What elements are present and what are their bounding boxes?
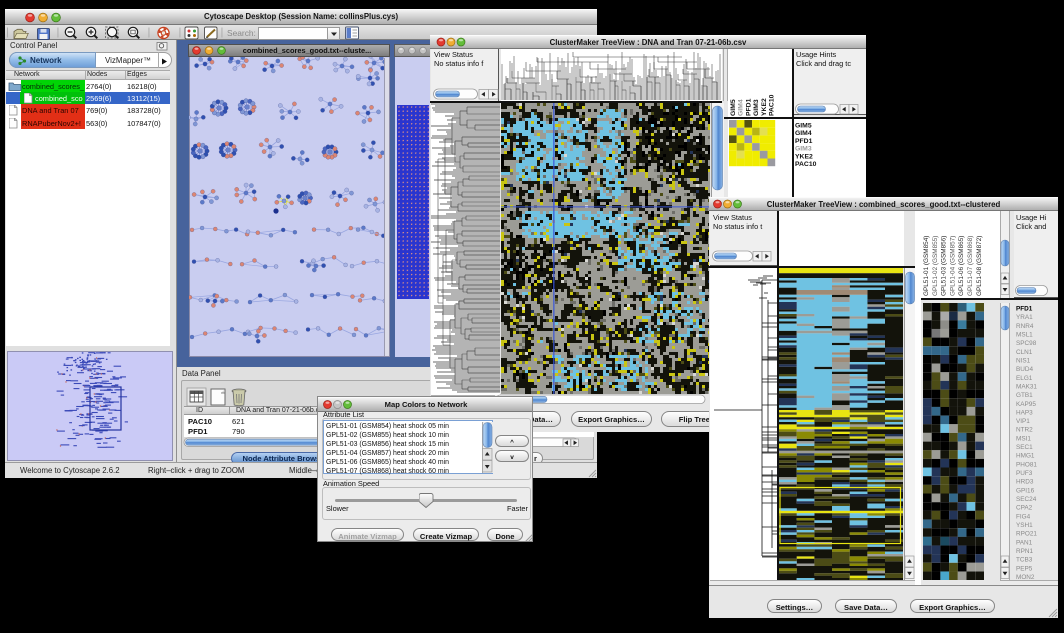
svg-text:GIM5: GIM5 [730, 99, 737, 116]
svg-text:NTR2: NTR2 [1016, 427, 1033, 434]
svg-text:YSH1: YSH1 [1016, 522, 1033, 529]
svg-text:GPL51-02 (GSM855): GPL51-02 (GSM855) [932, 236, 939, 296]
svg-text:GPL51-07 (GSM868): GPL51-07 (GSM868) [967, 236, 974, 296]
svg-text:RPN1: RPN1 [1016, 548, 1033, 555]
svg-text:GPL51-01 (GSM854): GPL51-01 (GSM854) [923, 236, 930, 296]
svg-text:GPL51-03 (GSM856): GPL51-03 (GSM856) [941, 236, 948, 296]
svg-text:RNR4: RNR4 [1016, 323, 1034, 330]
svg-text:YKE2: YKE2 [795, 153, 813, 160]
svg-text:HRD3: HRD3 [1016, 479, 1034, 486]
svg-text:CLN1: CLN1 [1016, 349, 1033, 356]
svg-text:MSL1: MSL1 [1016, 332, 1033, 339]
svg-text:GIM5: GIM5 [795, 123, 812, 130]
svg-text:BUD4: BUD4 [1016, 366, 1033, 373]
svg-text:ELG1: ELG1 [1016, 375, 1033, 382]
svg-text:KAP95: KAP95 [1016, 401, 1036, 408]
svg-text:GIM3: GIM3 [753, 99, 760, 116]
svg-text:SEC24: SEC24 [1016, 496, 1037, 503]
svg-text:GPL51-06 (GSM865): GPL51-06 (GSM865) [958, 236, 965, 296]
svg-text:PFD1: PFD1 [795, 138, 813, 145]
svg-text:GPL51-04 (GSM857): GPL51-04 (GSM857) [949, 236, 956, 296]
svg-text:PHO81: PHO81 [1016, 461, 1037, 468]
svg-text:SEC1: SEC1 [1016, 444, 1033, 451]
svg-text:VIP1: VIP1 [1016, 418, 1030, 425]
svg-text:YKE2: YKE2 [761, 98, 768, 116]
svg-text:GPI16: GPI16 [1016, 487, 1035, 494]
svg-text:PAN1: PAN1 [1016, 539, 1033, 546]
svg-text:GTB1: GTB1 [1016, 392, 1033, 399]
svg-text:PFD1: PFD1 [1016, 306, 1033, 313]
svg-text:GIM4: GIM4 [738, 99, 745, 116]
svg-text:GIM3: GIM3 [795, 146, 812, 153]
svg-text:YRA1: YRA1 [1016, 314, 1033, 321]
svg-text:MAK31: MAK31 [1016, 383, 1037, 390]
svg-text:PUF3: PUF3 [1016, 470, 1033, 477]
svg-text:GPL51-08 (GSM872): GPL51-08 (GSM872) [976, 236, 983, 296]
svg-text:NIS1: NIS1 [1016, 358, 1031, 365]
svg-text:HAP3: HAP3 [1016, 409, 1033, 416]
svg-text:RPO21: RPO21 [1016, 531, 1037, 538]
svg-text:GIM4: GIM4 [795, 130, 812, 137]
svg-text:FIG4: FIG4 [1016, 513, 1031, 520]
svg-text:SPC98: SPC98 [1016, 340, 1037, 347]
svg-text:CPA2: CPA2 [1016, 505, 1033, 512]
svg-text:PFD1: PFD1 [745, 98, 752, 116]
svg-text:TCB3: TCB3 [1016, 557, 1033, 564]
svg-text:HMG1: HMG1 [1016, 453, 1035, 460]
svg-text:PAC10: PAC10 [795, 161, 817, 168]
svg-text:PEP5: PEP5 [1016, 565, 1033, 572]
svg-text:PAC10: PAC10 [769, 94, 776, 116]
svg-text:MSI1: MSI1 [1016, 435, 1031, 442]
